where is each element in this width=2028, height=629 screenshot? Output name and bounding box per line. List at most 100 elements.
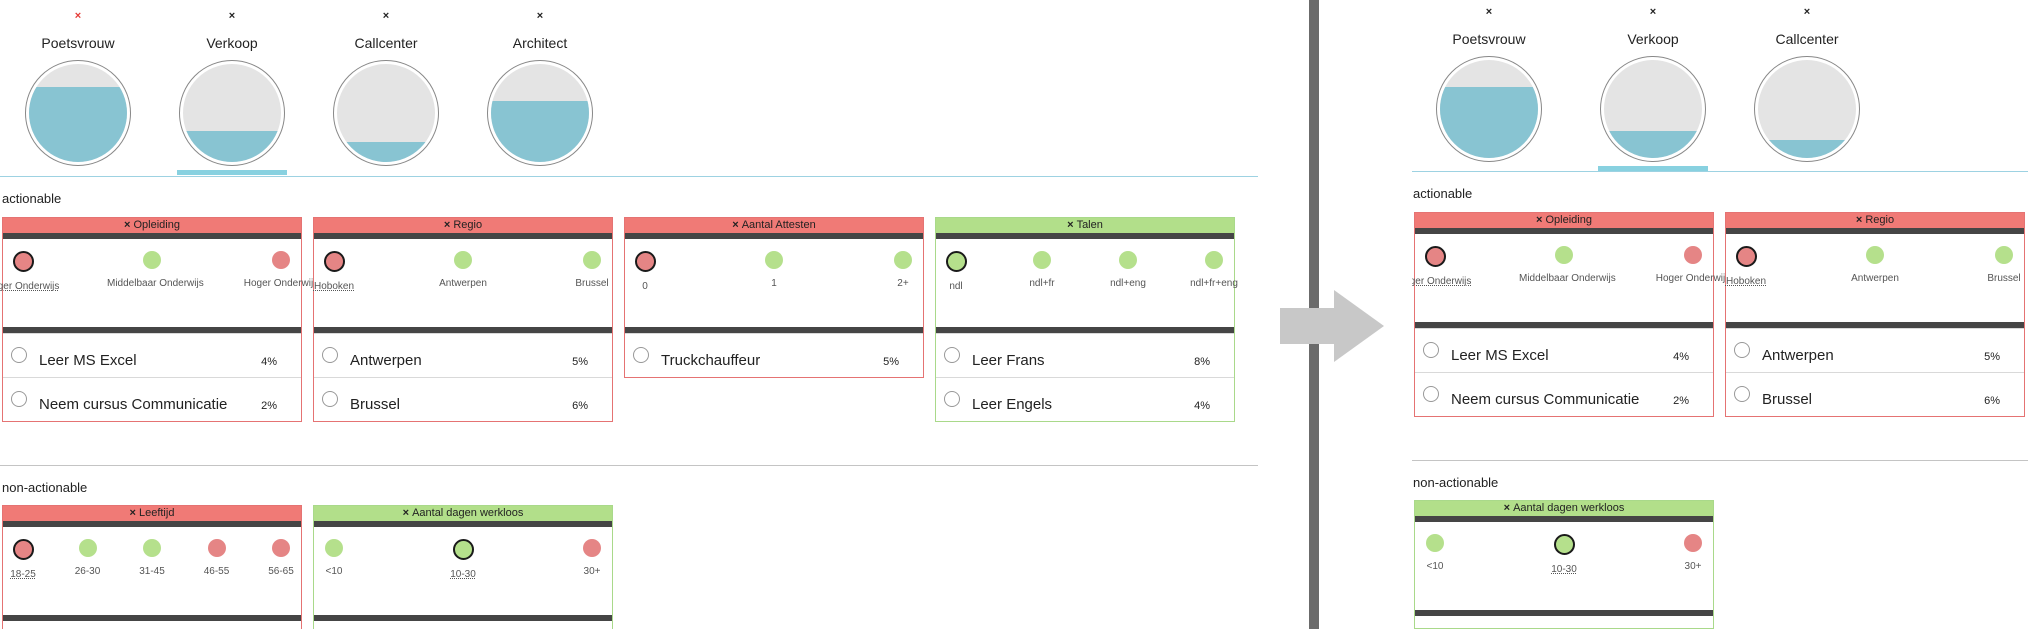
recommendation[interactable]: Leer MS Excel 4% bbox=[3, 333, 301, 377]
job-gauge[interactable]: × Poetsvrouw bbox=[23, 10, 133, 166]
option[interactable]: 10-30 bbox=[1519, 534, 1609, 575]
option-dot[interactable] bbox=[207, 539, 226, 557]
option-dot[interactable] bbox=[894, 251, 912, 269]
remove-icon[interactable]: × bbox=[130, 507, 136, 519]
option[interactable]: Lager Onderwijs bbox=[0, 251, 68, 292]
option[interactable]: Hoboken bbox=[289, 251, 379, 292]
option[interactable]: <10 bbox=[289, 539, 379, 577]
option[interactable]: Middelbaar Onderwijs bbox=[107, 251, 204, 289]
remove-icon[interactable]: × bbox=[444, 219, 450, 231]
radio-button[interactable] bbox=[11, 391, 27, 407]
recommendation[interactable]: Antwerpen 5% bbox=[314, 333, 612, 377]
radio-button[interactable] bbox=[944, 347, 960, 363]
option-dot[interactable] bbox=[78, 539, 97, 557]
job-gauge[interactable]: × Verkoop bbox=[1598, 6, 1708, 171]
radio-button[interactable] bbox=[1423, 342, 1439, 358]
job-gauge[interactable]: × Verkoop bbox=[177, 10, 287, 175]
option[interactable]: Lager Onderwijs bbox=[1412, 246, 1480, 287]
option[interactable]: ndl+eng bbox=[1083, 251, 1173, 289]
option[interactable]: <10 bbox=[1412, 534, 1480, 572]
remove-icon[interactable]: × bbox=[1504, 502, 1510, 514]
option[interactable]: Middelbaar Onderwijs bbox=[1519, 246, 1616, 284]
option[interactable]: ndl+fr bbox=[997, 251, 1087, 289]
card-header: × Regio bbox=[314, 218, 612, 233]
remove-icon[interactable]: × bbox=[23, 10, 133, 22]
option-dot[interactable] bbox=[1426, 534, 1444, 552]
option-dot[interactable] bbox=[1553, 534, 1575, 555]
option-dot[interactable] bbox=[1995, 246, 2013, 264]
remove-icon[interactable]: × bbox=[1856, 214, 1862, 226]
option-dot[interactable] bbox=[12, 251, 34, 272]
recommendation[interactable]: Brussel 6% bbox=[314, 377, 612, 421]
remove-icon[interactable]: × bbox=[1536, 214, 1542, 226]
radio-button[interactable] bbox=[633, 347, 649, 363]
remove-icon[interactable]: × bbox=[1598, 6, 1708, 18]
option[interactable]: 0 bbox=[600, 251, 690, 292]
option-dot[interactable] bbox=[1684, 246, 1702, 264]
gauge-divider bbox=[0, 176, 1258, 177]
option[interactable]: 30+ bbox=[1648, 534, 1738, 572]
card-header: × Leeftijd bbox=[3, 506, 301, 521]
option-dot[interactable] bbox=[583, 539, 601, 557]
remove-icon[interactable]: × bbox=[485, 10, 595, 22]
option-dot[interactable] bbox=[1205, 251, 1223, 269]
radio-button[interactable] bbox=[944, 391, 960, 407]
recommendation[interactable]: Brussel 6% bbox=[1726, 372, 2024, 416]
remove-icon[interactable]: × bbox=[124, 219, 130, 231]
option[interactable]: 10-30 bbox=[418, 539, 508, 580]
option-dot[interactable] bbox=[1555, 246, 1573, 264]
option-dot[interactable] bbox=[1424, 246, 1446, 267]
option-dot[interactable] bbox=[945, 251, 967, 272]
option[interactable]: Antwerpen bbox=[418, 251, 508, 289]
option[interactable]: Hoboken bbox=[1701, 246, 1791, 287]
job-gauge[interactable]: × Callcenter bbox=[1752, 6, 1862, 162]
option-dot[interactable] bbox=[272, 251, 290, 269]
recommendation[interactable]: Neem cursus Communicatie 2% bbox=[1415, 372, 1713, 416]
radio-button[interactable] bbox=[322, 347, 338, 363]
option-dot[interactable] bbox=[1119, 251, 1137, 269]
option-dot[interactable] bbox=[143, 251, 161, 269]
remove-icon[interactable]: × bbox=[1434, 6, 1544, 18]
remove-icon[interactable]: × bbox=[403, 507, 409, 519]
option[interactable]: 1 bbox=[729, 251, 819, 289]
option-dot[interactable] bbox=[143, 539, 161, 557]
option[interactable]: ndl+fr+eng bbox=[1169, 251, 1258, 289]
option[interactable]: ndl bbox=[911, 251, 1001, 292]
option-dot[interactable] bbox=[1033, 251, 1051, 269]
recommendation-name: Truckchauffeur bbox=[661, 352, 761, 369]
option-dot[interactable] bbox=[1866, 246, 1884, 264]
remove-icon[interactable]: × bbox=[1067, 219, 1073, 231]
option[interactable]: 30+ bbox=[547, 539, 637, 577]
remove-icon[interactable]: × bbox=[331, 10, 441, 22]
recommendation[interactable]: Neem cursus Communicatie 2% bbox=[3, 377, 301, 421]
option[interactable]: Brussel bbox=[1959, 246, 2028, 284]
recommendation[interactable]: Truckchauffeur 5% bbox=[625, 333, 923, 377]
recommendation[interactable]: Leer MS Excel 4% bbox=[1415, 328, 1713, 372]
radio-button[interactable] bbox=[322, 391, 338, 407]
radio-button[interactable] bbox=[1423, 386, 1439, 402]
option-dot[interactable] bbox=[323, 251, 345, 272]
job-gauge[interactable]: × Poetsvrouw bbox=[1434, 6, 1544, 162]
option-dot[interactable] bbox=[12, 539, 34, 560]
recommendation[interactable]: Leer Engels 4% bbox=[936, 377, 1234, 421]
option-dot[interactable] bbox=[1735, 246, 1757, 267]
recommendation[interactable]: Antwerpen 5% bbox=[1726, 328, 2024, 372]
option-dot[interactable] bbox=[454, 251, 472, 269]
option-dot[interactable] bbox=[272, 539, 290, 557]
option-dot[interactable] bbox=[325, 539, 343, 557]
option-dot[interactable] bbox=[634, 251, 656, 272]
option-dot[interactable] bbox=[1684, 534, 1702, 552]
job-gauge[interactable]: × Callcenter bbox=[331, 10, 441, 166]
radio-button[interactable] bbox=[11, 347, 27, 363]
remove-icon[interactable]: × bbox=[1752, 6, 1862, 18]
option-dot[interactable] bbox=[765, 251, 783, 269]
remove-icon[interactable]: × bbox=[177, 10, 287, 22]
radio-button[interactable] bbox=[1734, 342, 1750, 358]
option[interactable]: Antwerpen bbox=[1830, 246, 1920, 284]
option-dot[interactable] bbox=[583, 251, 601, 269]
job-gauge[interactable]: × Architect bbox=[485, 10, 595, 166]
radio-button[interactable] bbox=[1734, 386, 1750, 402]
remove-icon[interactable]: × bbox=[732, 219, 738, 231]
option-dot[interactable] bbox=[452, 539, 474, 560]
recommendation[interactable]: Leer Frans 8% bbox=[936, 333, 1234, 377]
